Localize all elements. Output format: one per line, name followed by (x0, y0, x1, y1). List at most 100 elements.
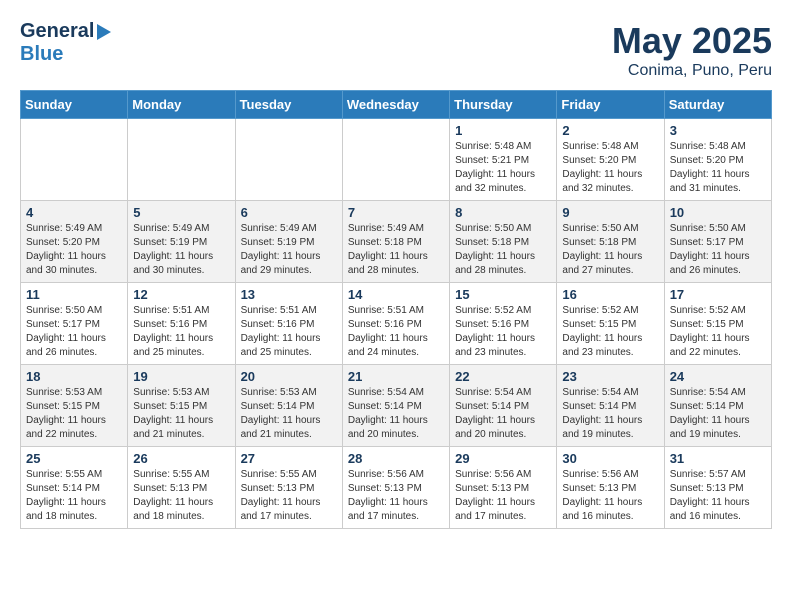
calendar-cell: 27 Sunrise: 5:55 AM Sunset: 5:13 PM Dayli… (235, 447, 342, 529)
day-number: 25 (26, 451, 122, 466)
calendar-cell: 8Sunrise: 5:50 AM Sunset: 5:18 PM Daylig… (450, 201, 557, 283)
title-block: May 2025 Conima, Puno, Peru (612, 20, 772, 80)
day-info: Sunrise: 5:49 AM Sunset: 5:18 PM Dayligh… (348, 222, 444, 278)
calendar-week-2: 4 Sunrise: 5:49 AM Sunset: 5:20 PM Daylig… (21, 201, 772, 283)
calendar-cell: 31 Sunrise: 5:57 AM Sunset: 5:13 PM Dayli… (664, 447, 771, 529)
day-info: Sunrise: 5:51 AM Sunset: 5:16 PM Dayligh… (133, 304, 229, 360)
day-number: 13 (241, 287, 337, 302)
day-number: 28 (348, 451, 444, 466)
day-info: Sunrise: 5:55 AM Sunset: 5:13 PM Dayligh… (241, 468, 337, 524)
calendar-cell: 28 Sunrise: 5:56 AM Sunset: 5:13 PM Dayli… (342, 447, 449, 529)
calendar-cell (128, 119, 235, 201)
weekday-header-sunday: Sunday (21, 91, 128, 119)
day-info: Sunrise: 5:55 AM Sunset: 5:14 PM Dayligh… (26, 468, 122, 524)
calendar-cell: 5 Sunrise: 5:49 AM Sunset: 5:19 PM Daylig… (128, 201, 235, 283)
calendar-cell: 9Sunrise: 5:50 AM Sunset: 5:18 PM Daylig… (557, 201, 664, 283)
calendar-cell: 29Sunrise: 5:56 AM Sunset: 5:13 PM Dayli… (450, 447, 557, 529)
day-number: 14 (348, 287, 444, 302)
calendar-cell: 21Sunrise: 5:54 AM Sunset: 5:14 PM Dayli… (342, 365, 449, 447)
calendar-cell: 16 Sunrise: 5:52 AM Sunset: 5:15 PM Dayli… (557, 283, 664, 365)
day-number: 31 (670, 451, 766, 466)
location-subtitle: Conima, Puno, Peru (612, 62, 772, 80)
day-info: Sunrise: 5:49 AM Sunset: 5:20 PM Dayligh… (26, 222, 122, 278)
day-info: Sunrise: 5:57 AM Sunset: 5:13 PM Dayligh… (670, 468, 766, 524)
calendar-cell: 18Sunrise: 5:53 AM Sunset: 5:15 PM Dayli… (21, 365, 128, 447)
day-number: 18 (26, 369, 122, 384)
calendar-cell: 4 Sunrise: 5:49 AM Sunset: 5:20 PM Daylig… (21, 201, 128, 283)
logo-triangle-icon (97, 24, 111, 40)
calendar-cell: 14Sunrise: 5:51 AM Sunset: 5:16 PM Dayli… (342, 283, 449, 365)
day-info: Sunrise: 5:49 AM Sunset: 5:19 PM Dayligh… (241, 222, 337, 278)
calendar-cell: 25 Sunrise: 5:55 AM Sunset: 5:14 PM Dayli… (21, 447, 128, 529)
weekday-header-thursday: Thursday (450, 91, 557, 119)
day-number: 5 (133, 205, 229, 220)
day-number: 19 (133, 369, 229, 384)
day-info: Sunrise: 5:55 AM Sunset: 5:13 PM Dayligh… (133, 468, 229, 524)
day-number: 10 (670, 205, 766, 220)
day-number: 7 (348, 205, 444, 220)
day-info: Sunrise: 5:56 AM Sunset: 5:13 PM Dayligh… (455, 468, 551, 524)
day-number: 22 (455, 369, 551, 384)
calendar-week-1: 1Sunrise: 5:48 AM Sunset: 5:21 PM Daylig… (21, 119, 772, 201)
calendar-cell: 17 Sunrise: 5:52 AM Sunset: 5:15 PM Dayli… (664, 283, 771, 365)
day-number: 17 (670, 287, 766, 302)
day-number: 11 (26, 287, 122, 302)
day-info: Sunrise: 5:56 AM Sunset: 5:13 PM Dayligh… (562, 468, 658, 524)
calendar-cell: 2Sunrise: 5:48 AM Sunset: 5:20 PM Daylig… (557, 119, 664, 201)
day-info: Sunrise: 5:53 AM Sunset: 5:15 PM Dayligh… (133, 386, 229, 442)
calendar-cell: 26Sunrise: 5:55 AM Sunset: 5:13 PM Dayli… (128, 447, 235, 529)
day-number: 16 (562, 287, 658, 302)
weekday-header-friday: Friday (557, 91, 664, 119)
calendar-cell: 1Sunrise: 5:48 AM Sunset: 5:21 PM Daylig… (450, 119, 557, 201)
day-info: Sunrise: 5:54 AM Sunset: 5:14 PM Dayligh… (670, 386, 766, 442)
weekday-header-tuesday: Tuesday (235, 91, 342, 119)
calendar-cell: 20 Sunrise: 5:53 AM Sunset: 5:14 PM Dayli… (235, 365, 342, 447)
day-info: Sunrise: 5:54 AM Sunset: 5:14 PM Dayligh… (348, 386, 444, 442)
calendar-table: SundayMondayTuesdayWednesdayThursdayFrid… (20, 90, 772, 529)
calendar-cell: 10Sunrise: 5:50 AM Sunset: 5:17 PM Dayli… (664, 201, 771, 283)
calendar-cell (235, 119, 342, 201)
day-number: 15 (455, 287, 551, 302)
weekday-header-wednesday: Wednesday (342, 91, 449, 119)
day-info: Sunrise: 5:51 AM Sunset: 5:16 PM Dayligh… (241, 304, 337, 360)
calendar-cell (21, 119, 128, 201)
day-info: Sunrise: 5:48 AM Sunset: 5:20 PM Dayligh… (670, 140, 766, 196)
day-info: Sunrise: 5:52 AM Sunset: 5:16 PM Dayligh… (455, 304, 551, 360)
calendar-cell: 19 Sunrise: 5:53 AM Sunset: 5:15 PM Dayli… (128, 365, 235, 447)
day-info: Sunrise: 5:53 AM Sunset: 5:14 PM Dayligh… (241, 386, 337, 442)
day-number: 20 (241, 369, 337, 384)
day-info: Sunrise: 5:49 AM Sunset: 5:19 PM Dayligh… (133, 222, 229, 278)
calendar-cell: 3 Sunrise: 5:48 AM Sunset: 5:20 PM Daylig… (664, 119, 771, 201)
day-number: 6 (241, 205, 337, 220)
day-info: Sunrise: 5:48 AM Sunset: 5:21 PM Dayligh… (455, 140, 551, 196)
calendar-week-4: 18 Sunrise: 5:53 AM Sunset: 5:15 PM Dayli… (21, 365, 772, 447)
day-number: 8 (455, 205, 551, 220)
logo-general: General (20, 20, 94, 43)
calendar-header: SundayMondayTuesdayWednesdayThursdayFrid… (21, 91, 772, 119)
day-number: 9 (562, 205, 658, 220)
day-info: Sunrise: 5:52 AM Sunset: 5:15 PM Dayligh… (562, 304, 658, 360)
calendar-cell: 13 Sunrise: 5:51 AM Sunset: 5:16 PM Dayli… (235, 283, 342, 365)
day-info: Sunrise: 5:50 AM Sunset: 5:17 PM Dayligh… (26, 304, 122, 360)
logo: General Blue (20, 20, 112, 66)
day-info: Sunrise: 5:52 AM Sunset: 5:15 PM Dayligh… (670, 304, 766, 360)
calendar-cell: 11 Sunrise: 5:50 AM Sunset: 5:17 PM Dayli… (21, 283, 128, 365)
day-number: 2 (562, 123, 658, 138)
calendar-cell: 23Sunrise: 5:54 AM Sunset: 5:14 PM Dayli… (557, 365, 664, 447)
page-header: General Blue May 2025 Conima, Puno, Peru (20, 20, 772, 80)
day-info: Sunrise: 5:54 AM Sunset: 5:14 PM Dayligh… (455, 386, 551, 442)
calendar-cell (342, 119, 449, 201)
day-number: 12 (133, 287, 229, 302)
day-number: 4 (26, 205, 122, 220)
day-number: 30 (562, 451, 658, 466)
day-number: 3 (670, 123, 766, 138)
calendar-week-5: 25 Sunrise: 5:55 AM Sunset: 5:14 PM Dayli… (21, 447, 772, 529)
calendar-cell: 12 Sunrise: 5:51 AM Sunset: 5:16 PM Dayli… (128, 283, 235, 365)
logo-blue: Blue (20, 43, 63, 65)
month-title: May 2025 (612, 20, 772, 62)
day-info: Sunrise: 5:56 AM Sunset: 5:13 PM Dayligh… (348, 468, 444, 524)
header-row: SundayMondayTuesdayWednesdayThursdayFrid… (21, 91, 772, 119)
day-number: 27 (241, 451, 337, 466)
calendar-cell: 30 Sunrise: 5:56 AM Sunset: 5:13 PM Dayli… (557, 447, 664, 529)
logo-block: General Blue (20, 20, 112, 66)
